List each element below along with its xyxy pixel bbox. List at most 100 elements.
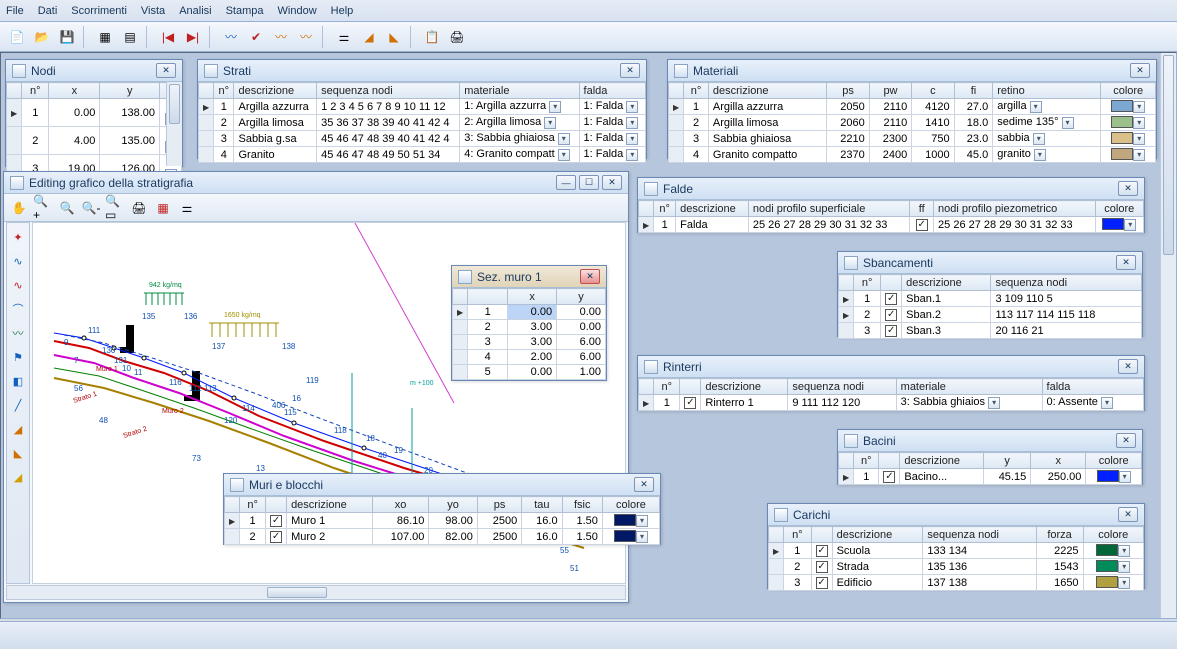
close-icon[interactable]: ✕ — [1130, 63, 1150, 78]
svg-text:Muro 1: Muro 1 — [96, 366, 118, 373]
vt-wedge3[interactable]: ◢ — [8, 467, 28, 487]
tb-curve1[interactable]: 〰 — [220, 26, 242, 48]
close-icon[interactable]: ✕ — [156, 63, 176, 78]
tb-new[interactable]: 📄 — [6, 26, 28, 48]
graph-toolbar: ✋ 🔍+ 🔍 🔍- 🔍▭ 🖨 ▦ ⚌ — [4, 194, 628, 222]
close-icon[interactable]: ✕ — [580, 269, 600, 284]
menu-dati[interactable]: Dati — [38, 5, 58, 17]
close-icon[interactable]: ✕ — [1116, 433, 1136, 448]
svg-text:16: 16 — [292, 394, 301, 403]
menu-vista[interactable]: Vista — [141, 5, 165, 17]
tb-sliders[interactable]: ⚌ — [333, 26, 355, 48]
menu-analisi[interactable]: Analisi — [179, 5, 211, 17]
vt-flag[interactable]: ⚑ — [8, 347, 28, 367]
grid-sezmuro[interactable]: xy 10.000.00 23.000.00 33.006.00 42.006.… — [452, 288, 606, 380]
minimize-icon[interactable]: — — [556, 175, 576, 190]
window-nodi: Nodi✕ n°xy 10.00138.00+ ▾ 24.00135.00+ ▾… — [5, 59, 183, 167]
gt-hand[interactable]: ✋ — [8, 197, 30, 219]
gt-print[interactable]: 🖨 — [128, 197, 150, 219]
gt-sliders[interactable]: ⚌ — [176, 197, 198, 219]
menu-help[interactable]: Help — [331, 5, 354, 17]
close-icon[interactable]: ✕ — [1116, 255, 1136, 270]
svg-text:56: 56 — [74, 384, 83, 393]
svg-text:7: 7 — [74, 356, 79, 365]
vt-curve1[interactable]: ∿ — [8, 251, 28, 271]
svg-text:114: 114 — [242, 404, 255, 413]
tb-wedge2[interactable]: ◣ — [383, 26, 405, 48]
tb-curve2[interactable]: 〰 — [270, 26, 292, 48]
svg-text:137: 137 — [212, 342, 226, 351]
grid-materiali[interactable]: n°descrizionepspwcfiretinocolore 1Argill… — [668, 82, 1156, 163]
svg-text:19: 19 — [394, 446, 403, 455]
win-title-sbancamenti: Sbancamenti — [863, 256, 1113, 270]
svg-text:113: 113 — [204, 384, 217, 393]
grid-bacini[interactable]: n°descrizioneyxcolore 1Bacino...45.15250… — [838, 452, 1142, 485]
tb-curve3[interactable]: 〰 — [295, 26, 317, 48]
vertical-toolbar: ✦ ∿ ∿ ⌒ 〰 ⚑ ◧ ╱ ◢ ◣ ◢ — [6, 222, 30, 584]
grid-rinterri[interactable]: n°descrizionesequenza nodimaterialefalda… — [638, 378, 1144, 411]
vt-wedge[interactable]: ◢ — [8, 419, 28, 439]
mdi-vscrollbar[interactable] — [1160, 53, 1176, 618]
menu-stampa[interactable]: Stampa — [226, 5, 264, 17]
tb-check[interactable]: ✔ — [245, 26, 267, 48]
gt-zoomout[interactable]: 🔍- — [80, 197, 102, 219]
vt-shape[interactable]: ◧ — [8, 371, 28, 391]
win-title-strati: Strati — [223, 64, 617, 78]
svg-text:136: 136 — [184, 312, 198, 321]
win-icon — [12, 64, 26, 78]
vt-wedge2[interactable]: ◣ — [8, 443, 28, 463]
grid-sbancamenti[interactable]: n°descrizionesequenza nodi 1Sban.13 109 … — [838, 274, 1142, 339]
grid-strati[interactable]: n°descrizionesequenza nodimaterialefalda… — [198, 82, 646, 163]
window-falde: Falde✕ n°descrizionenodi profilo superfi… — [637, 177, 1145, 233]
win-icon — [204, 64, 218, 78]
svg-text:130: 130 — [102, 346, 116, 355]
maximize-icon[interactable]: ☐ — [579, 175, 599, 190]
gt-zoomwin[interactable]: 🔍▭ — [104, 197, 126, 219]
svg-text:55: 55 — [560, 546, 569, 555]
vt-line[interactable]: ╱ — [8, 395, 28, 415]
window-sbancamenti: Sbancamenti✕ n°descrizionesequenza nodi … — [837, 251, 1143, 337]
svg-text:18: 18 — [366, 434, 375, 443]
svg-text:Muro 2: Muro 2 — [162, 408, 184, 415]
win-title-rinterri: Rinterri — [663, 360, 1115, 374]
tb-first[interactable]: |◀ — [157, 26, 179, 48]
gt-zoomfit[interactable]: 🔍 — [56, 197, 78, 219]
tb-grid2[interactable]: ▤ — [119, 26, 141, 48]
gt-layers[interactable]: ▦ — [152, 197, 174, 219]
vt-wave[interactable]: 〰 — [8, 323, 28, 343]
tb-copy[interactable]: 📋 — [421, 26, 443, 48]
vt-curve3[interactable]: ⌒ — [8, 299, 28, 319]
menu-scorrimenti[interactable]: Scorrimenti — [71, 5, 127, 17]
svg-text:51: 51 — [570, 564, 579, 573]
win-title-carichi: Carichi — [793, 508, 1115, 522]
checkbox-ff[interactable] — [916, 219, 928, 231]
close-icon[interactable]: ✕ — [1118, 507, 1138, 522]
close-icon[interactable]: ✕ — [1118, 359, 1138, 374]
grid-falde[interactable]: n°descrizionenodi profilo superficialeff… — [638, 200, 1144, 233]
tb-grid1[interactable]: ▦ — [94, 26, 116, 48]
tb-print[interactable]: 🖨 — [446, 26, 468, 48]
close-icon[interactable]: ✕ — [620, 63, 640, 78]
close-icon[interactable]: ✕ — [602, 175, 622, 190]
vt-target[interactable]: ✦ — [8, 227, 28, 247]
grid-muri[interactable]: n°descrizionexoyopstaufsiccolore 1Muro 1… — [224, 496, 660, 545]
svg-text:116: 116 — [169, 378, 182, 387]
svg-text:942 kg/mq: 942 kg/mq — [149, 282, 182, 289]
tb-save[interactable]: 💾 — [56, 26, 78, 48]
vt-curve2[interactable]: ∿ — [8, 275, 28, 295]
svg-text:m +100: m +100 — [410, 380, 434, 387]
menu-window[interactable]: Window — [278, 5, 317, 17]
close-icon[interactable]: ✕ — [1118, 181, 1138, 196]
win-title-materiali: Materiali — [693, 64, 1127, 78]
hscrollbar-editing[interactable] — [6, 585, 626, 600]
close-icon[interactable]: ✕ — [634, 477, 654, 492]
tb-wedge1[interactable]: ◢ — [358, 26, 380, 48]
window-carichi: Carichi✕ n°descrizionesequenza nodiforza… — [767, 503, 1145, 589]
grid-carichi[interactable]: n°descrizionesequenza nodiforzacolore 1S… — [768, 526, 1144, 591]
window-materiali: Materiali✕ n°descrizionepspwcfiretinocol… — [667, 59, 1157, 159]
tb-open[interactable]: 📂 — [31, 26, 53, 48]
menu-file[interactable]: File — [6, 5, 24, 17]
gt-zoomin[interactable]: 🔍+ — [32, 197, 54, 219]
scrollbar-nodi[interactable] — [166, 82, 182, 166]
tb-last[interactable]: ▶| — [182, 26, 204, 48]
